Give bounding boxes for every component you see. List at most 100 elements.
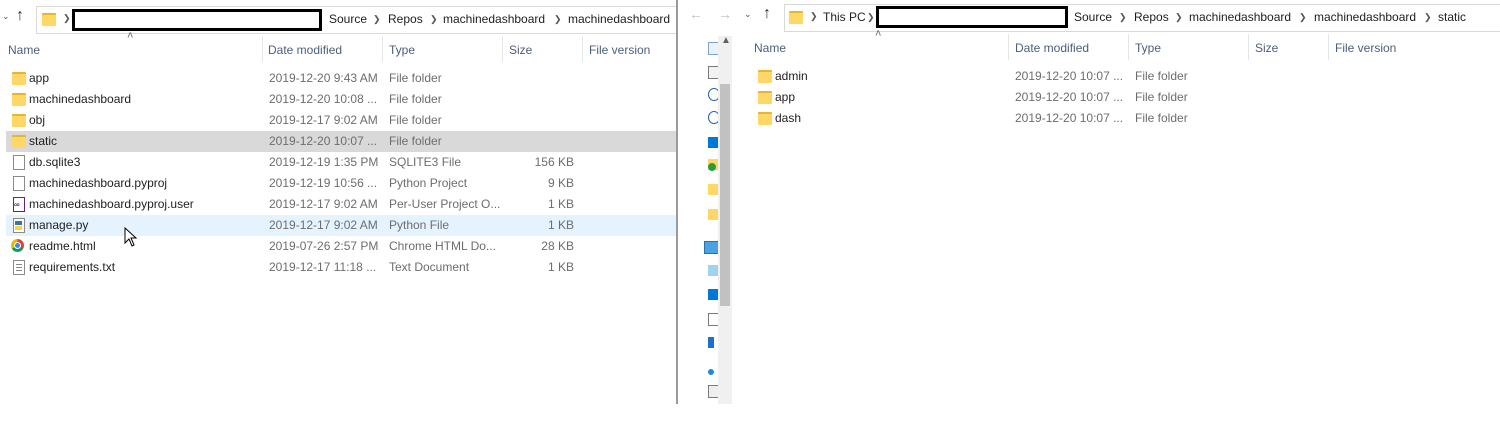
- file-row[interactable]: machinedashboard 2019-12-20 10:08 ... Fi…: [6, 89, 676, 110]
- chevron-right-icon[interactable]: ❯: [1175, 12, 1183, 23]
- recent-locations-chevron-icon[interactable]: ⌄: [744, 9, 752, 20]
- column-divider[interactable]: [382, 36, 383, 62]
- column-divider[interactable]: [1248, 34, 1249, 60]
- file-name[interactable]: app: [29, 71, 49, 85]
- chevron-right-icon[interactable]: ❯: [373, 14, 381, 25]
- breadcrumb-item-repos[interactable]: Repos: [388, 12, 423, 26]
- column-header-date-modified[interactable]: Date modified: [268, 43, 342, 57]
- nav-icon[interactable]: [708, 289, 718, 300]
- file-name[interactable]: manage.py: [29, 218, 88, 232]
- column-header-name[interactable]: Name: [754, 41, 786, 55]
- file-row[interactable]: obj 2019-12-17 9:02 AM File folder: [6, 110, 676, 131]
- back-arrow-icon[interactable]: ←: [689, 6, 703, 22]
- file-row-selected[interactable]: static 2019-12-20 10:07 ... File folder: [6, 131, 676, 152]
- folder-icon: [758, 112, 772, 125]
- column-divider[interactable]: [1008, 34, 1009, 60]
- nav-icon[interactable]: [708, 265, 718, 276]
- file-date: 2019-12-20 9:43 AM: [269, 71, 378, 85]
- chevron-right-icon[interactable]: ❯: [430, 14, 438, 25]
- file-name[interactable]: obj: [29, 113, 45, 127]
- file-icon: [13, 155, 25, 170]
- folder-icon: [12, 93, 26, 106]
- nav-icon[interactable]: [708, 163, 716, 171]
- up-arrow-icon[interactable]: ↑: [16, 7, 24, 25]
- recent-locations-chevron-icon[interactable]: ⌄: [2, 11, 10, 22]
- column-header-size[interactable]: Size: [509, 43, 532, 57]
- column-header-file-version[interactable]: File version: [1335, 41, 1396, 55]
- up-arrow-icon[interactable]: ↑: [763, 5, 771, 23]
- breadcrumb-item-source[interactable]: Source: [329, 12, 367, 26]
- folder-icon: [42, 13, 56, 26]
- file-name[interactable]: readme.html: [29, 239, 96, 253]
- breadcrumb-item-machinedashboard[interactable]: machinedashboard: [1189, 10, 1291, 24]
- nav-icon[interactable]: [708, 337, 714, 348]
- breadcrumb-chevron-icon[interactable]: ❯: [810, 11, 818, 22]
- breadcrumb-item-repos[interactable]: Repos: [1134, 10, 1169, 24]
- file-row[interactable]: ∞ machinedashboard.pyproj.user 2019-12-1…: [6, 194, 676, 215]
- breadcrumb-item-machinedashboard[interactable]: machinedashboard: [443, 12, 545, 26]
- chevron-right-icon[interactable]: ❯: [867, 12, 875, 23]
- file-size: 28 KB: [541, 239, 574, 253]
- breadcrumb-item-machinedashboard-2[interactable]: machinedashboard: [1314, 10, 1416, 24]
- chevron-right-icon[interactable]: ❯: [1424, 12, 1432, 23]
- column-divider[interactable]: [262, 36, 263, 62]
- scrollbar-thumb[interactable]: [720, 84, 730, 306]
- file-type: Text Document: [389, 260, 470, 274]
- file-name[interactable]: app: [775, 90, 795, 104]
- file-name[interactable]: db.sqlite3: [29, 155, 80, 169]
- breadcrumb-item-machinedashboard-current[interactable]: machinedashboard: [568, 12, 670, 26]
- breadcrumb-item-this-pc[interactable]: This PC: [823, 10, 866, 24]
- folder-icon: [758, 91, 772, 104]
- file-name[interactable]: static: [29, 134, 57, 148]
- file-row[interactable]: dash 2019-12-20 10:07 ... File folder: [756, 108, 1456, 129]
- file-name[interactable]: dash: [775, 111, 801, 125]
- file-date: 2019-12-17 9:02 AM: [269, 218, 378, 232]
- column-header-type[interactable]: Type: [1135, 41, 1161, 55]
- chevron-right-icon[interactable]: ❯: [1299, 12, 1307, 23]
- breadcrumb-item-static[interactable]: static: [1438, 10, 1466, 24]
- chevron-right-icon[interactable]: ❯: [1119, 12, 1127, 23]
- file-type: File folder: [1135, 90, 1188, 104]
- file-row[interactable]: admin 2019-12-20 10:07 ... File folder: [756, 66, 1456, 87]
- file-row-hover[interactable]: manage.py 2019-12-17 9:02 AM Python File…: [6, 215, 676, 236]
- column-divider[interactable]: [1328, 34, 1329, 60]
- column-header-date-modified[interactable]: Date modified: [1015, 41, 1089, 55]
- breadcrumb-item-source[interactable]: Source: [1074, 10, 1112, 24]
- file-name[interactable]: machinedashboard.pyproj: [29, 176, 167, 190]
- nav-icon[interactable]: [708, 209, 718, 220]
- nav-icon[interactable]: [708, 184, 718, 195]
- column-divider[interactable]: [582, 36, 583, 62]
- file-row[interactable]: requirements.txt 2019-12-17 11:18 ... Te…: [6, 257, 676, 278]
- file-row[interactable]: app 2019-12-20 10:07 ... File folder: [756, 87, 1456, 108]
- file-row[interactable]: app 2019-12-20 9:43 AM File folder: [6, 68, 676, 89]
- file-name[interactable]: machinedashboard.pyproj.user: [29, 197, 194, 211]
- file-size: 1 KB: [547, 197, 574, 211]
- nav-icon[interactable]: [708, 137, 718, 148]
- file-row[interactable]: machinedashboard.pyproj 2019-12-19 10:56…: [6, 173, 676, 194]
- file-date: 2019-12-20 10:07 ...: [269, 134, 378, 148]
- scroll-up-arrow-icon[interactable]: ▲: [721, 35, 731, 46]
- nav-icon[interactable]: [708, 369, 714, 375]
- file-name[interactable]: admin: [775, 69, 808, 83]
- left-explorer-window: ⌄ ↑ ❯ Source ❯ Repos ❯ machinedashboard …: [0, 0, 677, 404]
- folder-icon: [12, 135, 26, 148]
- redacted-path-block: [876, 6, 1068, 28]
- column-header-row: ˄ Name Date modified Type Size File vers…: [0, 30, 676, 62]
- file-name[interactable]: machinedashboard: [29, 92, 131, 106]
- column-header-type[interactable]: Type: [389, 43, 415, 57]
- column-divider[interactable]: [502, 36, 503, 62]
- breadcrumb-chevron-icon[interactable]: ❯: [63, 13, 71, 24]
- text-file-icon: [13, 260, 25, 275]
- column-header-file-version[interactable]: File version: [589, 43, 650, 57]
- chevron-right-icon[interactable]: ❯: [554, 14, 562, 25]
- column-header-name[interactable]: Name: [8, 43, 40, 57]
- navigation-scrollbar[interactable]: ▲: [718, 35, 732, 404]
- file-date: 2019-12-20 10:08 ...: [269, 92, 378, 106]
- mouse-pointer-icon: [124, 227, 138, 247]
- file-row[interactable]: db.sqlite3 2019-12-19 1:35 PM SQLITE3 Fi…: [6, 152, 676, 173]
- column-divider[interactable]: [1128, 34, 1129, 60]
- file-name[interactable]: requirements.txt: [29, 260, 115, 274]
- column-header-size[interactable]: Size: [1255, 41, 1278, 55]
- file-row[interactable]: readme.html 2019-07-26 2:57 PM Chrome HT…: [6, 236, 676, 257]
- forward-arrow-icon[interactable]: →: [718, 6, 732, 22]
